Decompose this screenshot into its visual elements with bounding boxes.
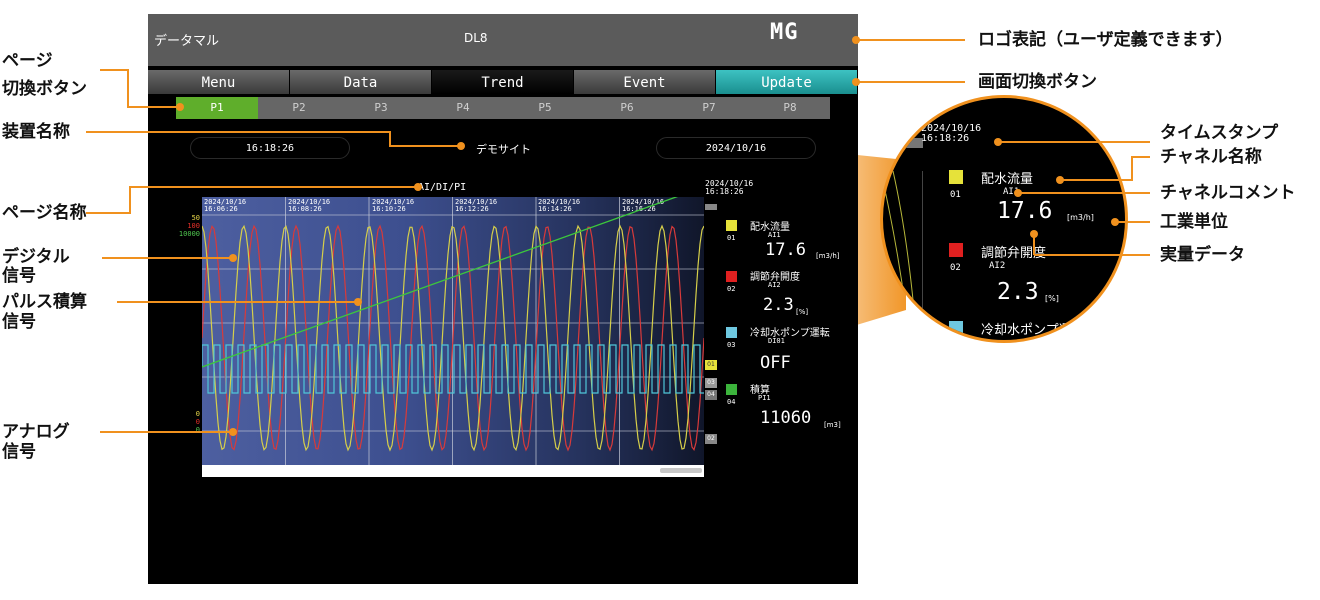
callout-page-switch-line2: 切換ボタン <box>2 79 87 99</box>
callout-screen-switch: 画面切換ボタン <box>978 72 1097 92</box>
callout-unit: 工業単位 <box>1160 212 1228 232</box>
callout-pulse-line1: パルス積算 <box>2 292 87 312</box>
callout-measured: 実量データ <box>1160 245 1245 265</box>
callout-page-switch-line1: ページ <box>2 51 53 71</box>
callout-page-name: ページ名称 <box>2 203 87 223</box>
callout-timestamp: タイムスタンプ <box>1160 123 1279 143</box>
callout-digital-line2: 信号 <box>2 266 36 286</box>
callout-analog-line1: アナログ <box>2 422 70 442</box>
callout-digital-line1: デジタル <box>2 247 70 267</box>
callout-device-name: 装置名称 <box>2 122 70 142</box>
callout-analog-line2: 信号 <box>2 442 36 462</box>
callout-lines <box>86 36 1150 436</box>
callout-channel-comment: チャネルコメント <box>1160 183 1296 203</box>
callout-logo: ロゴ表記（ユーザ定義できます） <box>978 30 1233 50</box>
callout-channel-name: チャネル名称 <box>1160 147 1262 167</box>
callout-pulse-line2: 信号 <box>2 312 36 332</box>
